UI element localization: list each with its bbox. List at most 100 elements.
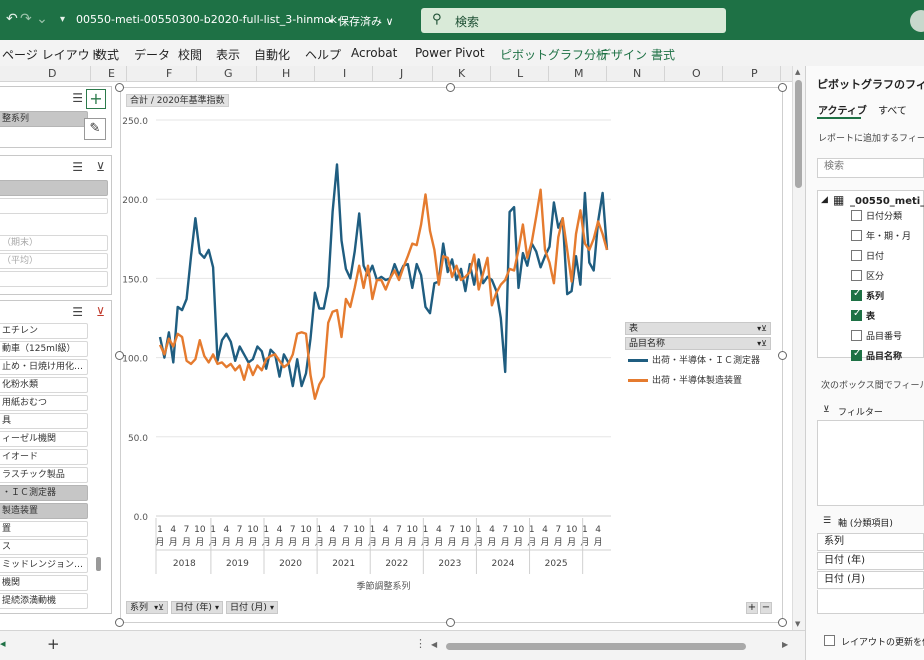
tab-splitter-icon[interactable]: ⋮ — [415, 637, 426, 650]
column-header[interactable]: F — [166, 67, 172, 80]
scrollbar-thumb[interactable] — [795, 80, 802, 188]
tab-view[interactable]: 表示 — [216, 46, 240, 63]
slicer-item[interactable]: イオード — [0, 449, 88, 465]
slicer-item[interactable]: 止め・日焼け用化… — [0, 359, 88, 375]
field-checkbox[interactable] — [851, 210, 862, 221]
legend-entry-1[interactable]: 出荷・半導体・ＩＣ測定器 — [628, 353, 760, 366]
slicer-item[interactable] — [0, 180, 108, 196]
axis-field-button-series[interactable]: 系列 ▾⊻ — [126, 601, 168, 614]
field-label[interactable]: 品目名称 — [866, 349, 902, 362]
vertical-scrollbar[interactable]: ▲ ▼ — [792, 66, 804, 630]
field-label[interactable]: 品目番号 — [866, 329, 902, 342]
scroll-right-icon[interactable]: ▶ — [782, 640, 788, 649]
column-header[interactable]: I — [343, 67, 346, 80]
field-checkbox[interactable] — [851, 330, 862, 341]
slicer-item[interactable]: 動車（125ml級） — [0, 341, 88, 357]
avatar[interactable] — [910, 10, 924, 32]
field-checkbox[interactable] — [851, 348, 862, 361]
tab-data[interactable]: データ — [134, 46, 170, 63]
slicer-item[interactable]: （平均） — [0, 253, 108, 269]
slicer-item[interactable]: ィーゼル機関 — [0, 431, 88, 447]
column-header[interactable]: N — [633, 67, 641, 80]
slicer-item[interactable]: ラスチック製品 — [0, 467, 88, 483]
add-sheet-button[interactable]: + — [47, 635, 60, 653]
expand-icon[interactable]: ◢ — [821, 195, 828, 205]
field-label[interactable]: 系列 — [866, 289, 884, 302]
table-name[interactable]: _00550_meti_ — [850, 196, 924, 207]
tab-active[interactable]: アクティブ — [818, 102, 867, 117]
field-search-input[interactable]: 検索 — [817, 158, 924, 178]
field-label[interactable]: 区分 — [866, 269, 884, 282]
tab-help[interactable]: ヘルプ — [305, 46, 341, 63]
slicer-item[interactable]: ミッドレンジョン… — [0, 557, 88, 573]
clear-filter-icon[interactable]: ⊻ — [96, 305, 105, 319]
tab-design[interactable]: デザイン — [599, 46, 647, 63]
slicer-item[interactable] — [0, 271, 108, 287]
search-input[interactable]: ⚲ 検索 — [421, 8, 726, 33]
tab-page-layout[interactable]: ページ レイアウト — [2, 46, 102, 63]
field-label[interactable]: 表 — [866, 309, 875, 322]
slicer-item[interactable]: エチレン — [0, 323, 88, 339]
column-header[interactable]: L — [517, 67, 523, 80]
slicer-item[interactable]: 置 — [0, 521, 88, 537]
undo-icon[interactable]: ↶ — [6, 11, 18, 27]
tab-review[interactable]: 校閲 — [178, 46, 202, 63]
slicer-item[interactable]: 用紙おむつ — [0, 395, 88, 411]
defer-update-checkbox[interactable] — [824, 635, 835, 646]
slicer-item[interactable]: 提続添満動機 — [0, 593, 88, 609]
legend-entry-2[interactable]: 出荷・半導体製造装置 — [628, 373, 742, 386]
column-header[interactable]: O — [692, 67, 701, 80]
slicer-item[interactable]: 機関 — [0, 575, 88, 591]
legend-field-button-item[interactable]: 品目名称 ▾⊻ — [625, 337, 771, 350]
slicer-item[interactable]: 具 — [0, 413, 88, 429]
column-header[interactable]: H — [282, 67, 290, 80]
save-state[interactable]: • 保存済み ∨ — [328, 13, 394, 29]
axis-area-item[interactable]: 日付 (年) — [817, 552, 924, 570]
column-header[interactable]: P — [751, 67, 758, 80]
slicer-item[interactable]: （期末） — [0, 235, 108, 251]
filter-area[interactable] — [817, 420, 924, 506]
redo-icon[interactable]: ↷ ⌄ — [20, 11, 48, 27]
customize-qat-icon[interactable]: ▾ — [60, 14, 65, 25]
column-header[interactable]: E — [108, 67, 115, 80]
slicer-item[interactable] — [0, 198, 108, 214]
field-checkbox[interactable] — [851, 308, 862, 321]
tab-acrobat[interactable]: Acrobat — [351, 46, 397, 60]
tab-pivotchart-analyze[interactable]: ピボットグラフ分析 — [500, 46, 608, 63]
sheet-nav-icon[interactable]: ◂ — [0, 637, 6, 650]
axis-field-button-year[interactable]: 日付 (年) ▾ — [171, 601, 223, 614]
axis-area-item[interactable]: 日付 (月) — [817, 571, 924, 589]
multi-select-icon[interactable]: ☰ — [72, 160, 83, 174]
field-checkbox[interactable] — [851, 270, 862, 281]
tab-power-pivot[interactable]: Power Pivot — [415, 46, 485, 60]
tab-formulas[interactable]: 数式 — [95, 46, 119, 63]
column-header[interactable]: J — [400, 67, 403, 80]
legend-field-button-table[interactable]: 表 ▾⊻ — [625, 322, 771, 335]
field-checkbox[interactable] — [851, 250, 862, 261]
slicer-scrollbar[interactable] — [96, 557, 101, 571]
column-header[interactable]: D — [48, 67, 56, 80]
field-label[interactable]: 年・期・月 — [866, 229, 911, 242]
field-checkbox[interactable] — [851, 288, 862, 301]
multi-select-icon[interactable]: ☰ — [72, 91, 83, 105]
column-header[interactable]: G — [224, 67, 233, 80]
value-field-button[interactable]: 合計 / 2020年基準指数 — [126, 94, 229, 107]
tab-format[interactable]: 書式 — [651, 46, 675, 63]
tab-automate[interactable]: 自動化 — [254, 46, 290, 63]
column-header[interactable]: K — [458, 67, 465, 80]
collapse-field-button[interactable]: − — [760, 602, 772, 614]
axis-area-item[interactable]: 系列 — [817, 533, 924, 551]
column-header[interactable]: M — [574, 67, 584, 80]
field-label[interactable]: 日付分類 — [866, 209, 902, 222]
slicer-item[interactable]: 化粉水類 — [0, 377, 88, 393]
axis-area[interactable] — [817, 590, 924, 614]
tab-all[interactable]: すべて — [878, 102, 907, 117]
field-label[interactable]: 日付 — [866, 249, 884, 262]
slicer-item[interactable]: 製造装置 — [0, 503, 88, 519]
brush-icon[interactable]: ✎ — [84, 118, 106, 140]
clear-filter-icon[interactable]: ⊻ — [96, 160, 105, 174]
horizontal-scrollbar-thumb[interactable] — [446, 643, 746, 650]
slicer-item[interactable]: 整系列 — [0, 111, 88, 127]
field-checkbox[interactable] — [851, 230, 862, 241]
axis-field-button-month[interactable]: 日付 (月) ▾ — [226, 601, 278, 614]
